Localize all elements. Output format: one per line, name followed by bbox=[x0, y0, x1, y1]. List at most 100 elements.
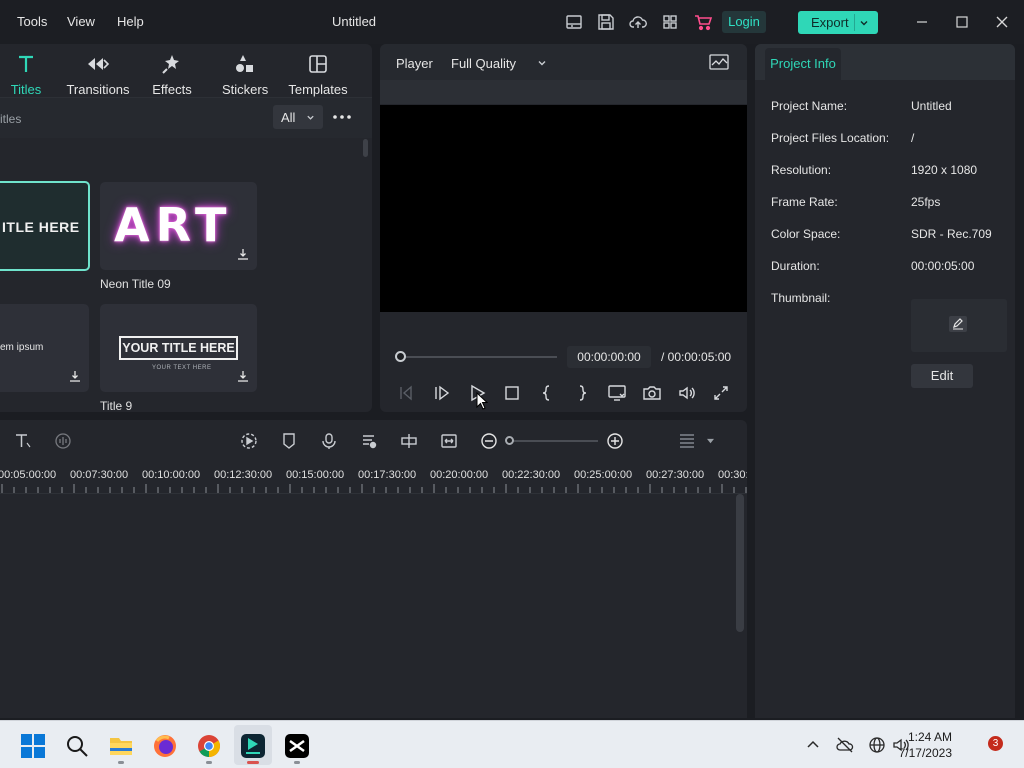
quality-dropdown[interactable]: Full Quality bbox=[451, 56, 516, 71]
ruler-label: 00:25:00:00 bbox=[574, 469, 633, 481]
effects-icon bbox=[150, 52, 194, 76]
audio-wave-icon[interactable] bbox=[54, 432, 72, 450]
duration-label: Duration: bbox=[771, 259, 820, 273]
edit-thumbnail-button[interactable]: Edit bbox=[911, 364, 973, 388]
firefox-icon[interactable] bbox=[152, 733, 178, 759]
player-header bbox=[380, 44, 747, 80]
video-preview[interactable] bbox=[380, 105, 747, 312]
volume-icon[interactable] bbox=[677, 383, 697, 403]
download-icon[interactable] bbox=[236, 369, 250, 383]
notification-badge[interactable]: 3 bbox=[988, 736, 1003, 751]
cloud-offline-icon[interactable] bbox=[836, 736, 854, 754]
zoom-slider-knob[interactable] bbox=[505, 436, 514, 445]
capcut-icon[interactable] bbox=[284, 733, 310, 759]
zoom-in-icon[interactable] bbox=[606, 432, 624, 450]
download-icon[interactable] bbox=[236, 247, 250, 261]
timeline-ruler[interactable]: 00:05:00:00 00:07:30:00 00:10:00:00 00:1… bbox=[0, 462, 747, 494]
thumbnail-label: Thumbnail: bbox=[771, 291, 831, 305]
chevron-down-icon[interactable] bbox=[537, 58, 547, 68]
ruler-label: 00:07:30:00 bbox=[70, 469, 129, 481]
title-card-preview: em ipsum bbox=[0, 342, 44, 353]
resolution-label: Resolution: bbox=[771, 163, 832, 177]
layout-icon[interactable] bbox=[564, 12, 584, 32]
duration-value: 00:00:05:00 bbox=[911, 259, 975, 273]
save-icon[interactable] bbox=[596, 12, 616, 32]
shopping-cart-icon[interactable] bbox=[693, 12, 713, 32]
audio-mixer-icon[interactable] bbox=[360, 432, 378, 450]
waveform-monitor-icon[interactable] bbox=[708, 53, 730, 71]
title-card-subtext: YOUR TEXT HERE bbox=[152, 365, 212, 371]
current-time[interactable]: 00:00:00:00 bbox=[567, 346, 651, 368]
stickers-icon bbox=[222, 52, 266, 76]
filmora-icon[interactable] bbox=[240, 733, 266, 759]
project-name-label: Project Name: bbox=[771, 99, 848, 113]
edit-pencil-icon[interactable] bbox=[948, 315, 968, 333]
frame-rate-label: Frame Rate: bbox=[771, 195, 838, 209]
microphone-icon[interactable] bbox=[320, 432, 338, 450]
zoom-out-icon[interactable] bbox=[480, 432, 498, 450]
timeline-scrollbar[interactable] bbox=[736, 494, 744, 632]
chevron-up-icon[interactable] bbox=[804, 736, 822, 754]
zoom-slider-track[interactable] bbox=[510, 440, 598, 442]
tab-effects[interactable]: Effects bbox=[150, 52, 194, 97]
clock-time[interactable]: 1:24 AM bbox=[908, 730, 952, 744]
asset-scrollbar[interactable] bbox=[363, 139, 368, 157]
maximize-icon[interactable] bbox=[952, 12, 972, 32]
display-settings-icon[interactable] bbox=[607, 383, 627, 403]
login-button[interactable]: Login bbox=[722, 11, 766, 33]
grid-apps-icon[interactable] bbox=[660, 12, 680, 32]
tab-transitions-label: Transitions bbox=[66, 82, 130, 97]
title-t-icon bbox=[8, 52, 44, 76]
chevron-down-icon[interactable] bbox=[706, 438, 715, 445]
timeline-panel: 00:05:00:00 00:07:30:00 00:10:00:00 00:1… bbox=[0, 420, 747, 718]
playhead-knob[interactable] bbox=[395, 351, 406, 362]
close-icon[interactable] bbox=[992, 12, 1012, 32]
mark-out-icon[interactable] bbox=[572, 383, 592, 403]
tab-transitions[interactable]: Transitions bbox=[66, 52, 130, 97]
playhead-scrub-track[interactable] bbox=[400, 356, 557, 358]
cloud-upload-icon[interactable] bbox=[628, 12, 648, 32]
auto-ripple-icon[interactable] bbox=[240, 432, 258, 450]
network-globe-icon[interactable] bbox=[868, 736, 886, 754]
marker-icon[interactable] bbox=[280, 432, 298, 450]
category-label: itles bbox=[0, 112, 22, 126]
windows-start-icon[interactable] bbox=[20, 733, 46, 759]
download-icon[interactable] bbox=[68, 369, 82, 383]
track-layout-icon[interactable] bbox=[678, 432, 696, 450]
title-card[interactable]: ART bbox=[100, 182, 257, 270]
step-forward-icon[interactable] bbox=[432, 383, 452, 403]
ruler-label: 00:17:30:00 bbox=[358, 469, 417, 481]
player-panel: Player Full Quality 00:00:00:00 / 00:00:… bbox=[380, 44, 747, 412]
stop-icon[interactable] bbox=[502, 383, 522, 403]
frame-rate-value: 25fps bbox=[911, 195, 941, 209]
tab-project-info[interactable]: Project Info bbox=[765, 48, 841, 80]
tab-templates[interactable]: Templates bbox=[286, 52, 350, 97]
fit-timeline-icon[interactable] bbox=[440, 432, 458, 450]
clock-date[interactable]: 7/17/2023 bbox=[899, 746, 952, 760]
split-icon[interactable] bbox=[400, 432, 418, 450]
mark-in-icon[interactable] bbox=[537, 383, 557, 403]
fullscreen-icon[interactable] bbox=[711, 383, 731, 403]
filter-dropdown[interactable]: All bbox=[273, 105, 323, 129]
title-card[interactable]: ITLE HERE bbox=[0, 181, 90, 271]
project-name-value: Untitled bbox=[911, 99, 952, 113]
tab-titles[interactable]: Titles bbox=[8, 52, 44, 97]
ruler-label: 00:22:30:00 bbox=[502, 469, 561, 481]
ruler-label: 00:20:00:00 bbox=[430, 469, 489, 481]
export-button[interactable]: Export bbox=[798, 11, 878, 34]
title-card[interactable]: YOUR TITLE HERE YOUR TEXT HERE bbox=[100, 304, 257, 392]
snapshot-camera-icon[interactable] bbox=[642, 383, 662, 403]
tab-effects-label: Effects bbox=[152, 82, 192, 97]
tab-stickers[interactable]: Stickers bbox=[222, 52, 268, 97]
title-card-label: Neon Title 09 bbox=[100, 277, 171, 291]
file-explorer-icon[interactable] bbox=[108, 733, 134, 759]
more-options-icon[interactable] bbox=[332, 110, 352, 124]
player-preview-top bbox=[380, 80, 747, 104]
title-card[interactable]: em ipsum bbox=[0, 304, 89, 392]
minimize-icon[interactable] bbox=[912, 12, 932, 32]
add-text-icon[interactable] bbox=[14, 432, 32, 450]
chrome-icon[interactable] bbox=[196, 733, 222, 759]
title-preview-frame: YOUR TITLE HERE bbox=[119, 336, 238, 360]
search-icon[interactable] bbox=[64, 733, 90, 759]
previous-frame-icon[interactable] bbox=[396, 383, 416, 403]
